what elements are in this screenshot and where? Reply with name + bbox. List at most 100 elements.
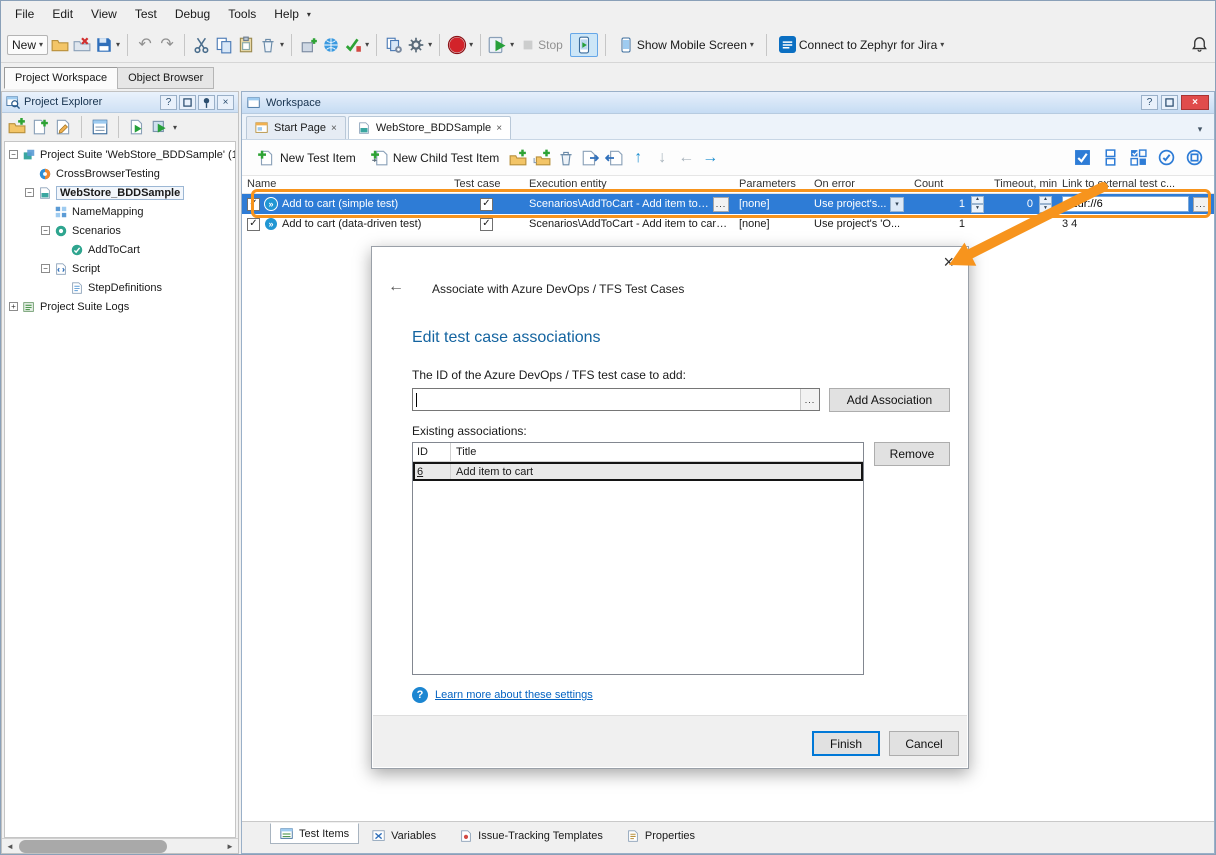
move-left-button[interactable]: ← — [676, 149, 696, 167]
show-mobile-screen-button[interactable]: Show Mobile Screen ▾ — [613, 34, 759, 56]
run-test-button[interactable] — [488, 35, 508, 55]
spin-down-icon[interactable]: ▼ — [971, 204, 984, 213]
menu-test[interactable]: Test — [127, 3, 165, 25]
column-header-on-error[interactable]: On error — [809, 176, 909, 193]
table-row[interactable]: ✓ » Add to cart (simple test) ✓ Scenario… — [242, 194, 1214, 214]
delete-button[interactable] — [258, 35, 278, 55]
column-header-timeout[interactable]: Timeout, min — [989, 176, 1057, 193]
tree-item-namemapping[interactable]: NameMapping — [5, 202, 235, 221]
close-project-button[interactable] — [72, 35, 92, 55]
menu-overflow-chevron-icon[interactable]: ▾ — [307, 10, 311, 19]
record-chevron-icon[interactable]: ▾ — [469, 40, 473, 49]
collapse-icon[interactable]: − — [41, 264, 50, 273]
dialog-close-button[interactable]: × — [943, 253, 954, 271]
row-checkbox[interactable]: ✓ — [247, 198, 260, 211]
menu-help[interactable]: Help — [266, 3, 307, 25]
close-tab-icon[interactable]: × — [331, 123, 337, 134]
scroll-left-button[interactable]: ◄ — [2, 839, 18, 854]
tree-item-scenarios[interactable]: − Scenarios — [5, 221, 235, 240]
column-header-parameters[interactable]: Parameters — [734, 176, 809, 193]
settings-chevron-icon[interactable]: ▾ — [428, 40, 432, 49]
collapse-icon[interactable]: − — [25, 188, 34, 197]
column-header-execution-entity[interactable]: Execution entity — [524, 176, 734, 193]
on-error-dropdown-button[interactable]: ▾ — [890, 197, 904, 212]
save-chevron-icon[interactable]: ▾ — [116, 40, 120, 49]
run-chevron-icon[interactable]: ▾ — [510, 40, 514, 49]
run-project-button[interactable] — [127, 117, 147, 137]
copy-settings-button[interactable] — [384, 35, 404, 55]
menu-file[interactable]: File — [7, 3, 42, 25]
check-group-button[interactable] — [1128, 148, 1148, 168]
learn-more-link[interactable]: Learn more about these settings — [435, 689, 593, 701]
row-checkbox[interactable]: ✓ — [247, 218, 260, 231]
browse-execution-button[interactable]: ... — [713, 197, 729, 212]
move-right-button[interactable]: → — [700, 149, 720, 167]
workspace-close-button[interactable]: × — [1181, 95, 1209, 110]
count-stepper[interactable]: ▲▼ — [971, 196, 984, 213]
notifications-button[interactable] — [1189, 35, 1209, 55]
tab-properties[interactable]: Properties — [616, 825, 705, 846]
finish-button[interactable]: Finish — [812, 731, 880, 756]
tab-start-page[interactable]: Start Page × — [246, 116, 346, 139]
add-new-item-button[interactable] — [299, 35, 319, 55]
add-group-button[interactable] — [508, 148, 528, 168]
organize-panel-button[interactable] — [90, 117, 110, 137]
stop-button[interactable]: Stop — [516, 35, 568, 55]
checkpoint-button[interactable] — [343, 35, 363, 55]
add-child-group-button[interactable] — [532, 148, 552, 168]
add-project-suite-button[interactable] — [7, 117, 27, 137]
paste-button[interactable] — [236, 35, 256, 55]
tab-project-workspace[interactable]: Project Workspace — [4, 67, 118, 89]
new-button[interactable]: New ▾ — [7, 35, 48, 55]
menu-edit[interactable]: Edit — [44, 3, 81, 25]
check-all-button[interactable] — [1072, 148, 1092, 168]
tab-issue-tracking-templates[interactable]: Issue-Tracking Templates — [449, 825, 613, 846]
dialog-back-button[interactable]: ← — [388, 278, 404, 296]
new-child-test-item-button[interactable]: New Child Test Item — [365, 146, 504, 170]
panel-help-button[interactable]: ? — [160, 95, 177, 110]
scrollbar-thumb[interactable] — [19, 840, 167, 853]
tab-webstore-bddsample[interactable]: WebStore_BDDSample × — [348, 116, 511, 139]
collapse-icon[interactable]: − — [9, 150, 18, 159]
tab-variables[interactable]: Variables — [362, 825, 446, 846]
column-header-name[interactable]: Name — [242, 176, 449, 193]
expand-icon[interactable]: + — [9, 302, 18, 311]
move-down-button[interactable]: ↓ — [652, 149, 672, 167]
menu-view[interactable]: View — [83, 3, 125, 25]
copy-items-button[interactable] — [580, 148, 600, 168]
record-test-button[interactable] — [447, 35, 467, 55]
open-file-button[interactable] — [50, 35, 70, 55]
tree-item-webstore-bddsample[interactable]: − WebStore_BDDSample — [5, 183, 235, 202]
tab-list-chevron-icon[interactable]: ▾ — [1190, 119, 1210, 139]
move-up-button[interactable]: ↑ — [628, 149, 648, 167]
save-all-button[interactable] — [94, 35, 114, 55]
undo-button[interactable]: ↶ — [135, 35, 155, 55]
remove-association-button[interactable]: Remove — [874, 442, 950, 466]
tree-item-project-suite-logs[interactable]: + Project Suite Logs — [5, 297, 235, 316]
collapse-icon[interactable]: − — [41, 226, 50, 235]
connect-zephyr-button[interactable]: Connect to Zephyr for Jira ▾ — [774, 33, 949, 56]
new-test-item-button[interactable]: New Test Item — [252, 146, 361, 170]
add-chevron-icon[interactable]: ▾ — [365, 40, 369, 49]
column-header-title[interactable]: Title — [451, 444, 863, 460]
table-row[interactable]: ✓ » Add to cart (data-driven test) ✓ Sce… — [242, 214, 1214, 234]
tree-item-stepdefinitions[interactable]: StepDefinitions — [5, 278, 235, 297]
edit-item-button[interactable] — [53, 117, 73, 137]
test-case-checkbox[interactable]: ✓ — [480, 218, 493, 231]
run-on-device-button[interactable] — [570, 33, 598, 57]
edit-chevron-icon[interactable]: ▾ — [280, 40, 284, 49]
test-case-id-input[interactable]: ... — [412, 388, 820, 411]
uncheck-selected-button[interactable] — [1184, 148, 1204, 168]
run-options-chevron-icon[interactable]: ▾ — [173, 123, 177, 132]
redo-button[interactable]: ↷ — [157, 35, 177, 55]
cancel-button[interactable]: Cancel — [889, 731, 959, 756]
tree-item-addtocart[interactable]: AddToCart — [5, 240, 235, 259]
horizontal-scrollbar[interactable]: ◄ ► — [2, 838, 238, 853]
browse-test-case-button[interactable]: ... — [800, 389, 819, 410]
spin-down-icon[interactable]: ▼ — [1039, 204, 1052, 213]
tree-item-script[interactable]: − Script — [5, 259, 235, 278]
association-row[interactable]: 6 Add item to cart — [413, 462, 863, 481]
menu-debug[interactable]: Debug — [167, 3, 218, 25]
timeout-stepper[interactable]: ▲▼ — [1039, 196, 1052, 213]
copy-button[interactable] — [214, 35, 234, 55]
